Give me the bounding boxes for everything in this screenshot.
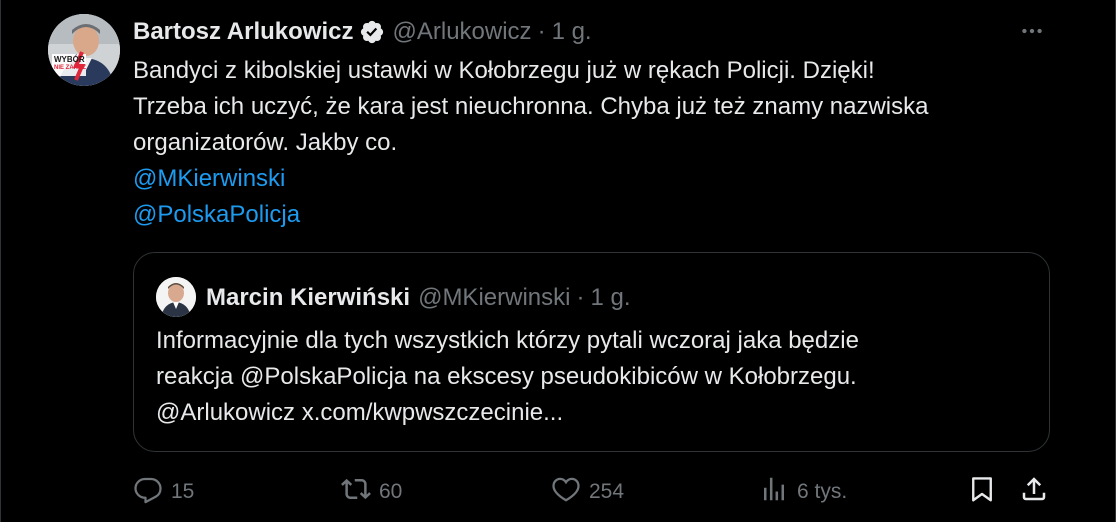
quoted-author-handle: @MKierwinski bbox=[418, 284, 571, 311]
repost-button[interactable]: 60 bbox=[341, 474, 402, 510]
reply-button[interactable]: 15 bbox=[133, 474, 194, 510]
repost-count: 60 bbox=[379, 480, 403, 503]
bookmark-icon bbox=[967, 474, 997, 510]
like-button[interactable]: 254 bbox=[551, 474, 624, 510]
tweet-card[interactable]: WYBÓR NIE ZAKAZ Bartosz Arlukowicz @Arlu… bbox=[0, 0, 1116, 522]
views-icon bbox=[759, 474, 789, 510]
share-button[interactable] bbox=[1019, 474, 1049, 510]
reply-count: 15 bbox=[171, 480, 195, 503]
reply-icon bbox=[133, 474, 163, 510]
quoted-line: Informacyjnie dla tych wszystkich którzy… bbox=[156, 327, 859, 354]
bookmark-button[interactable] bbox=[967, 474, 997, 510]
author-avatar-image bbox=[48, 14, 120, 86]
tweet-time[interactable]: 1 g. bbox=[552, 18, 592, 46]
tweet-header: Bartosz Arlukowicz @Arlukowicz · 1 g. bbox=[133, 17, 592, 47]
quoted-text: Informacyjnie dla tych wszystkich którzy… bbox=[156, 323, 1036, 431]
views-count: 6 tys. bbox=[797, 480, 848, 503]
mention-link[interactable]: @MKierwinski bbox=[133, 161, 1053, 197]
quoted-time: 1 g. bbox=[590, 284, 631, 311]
tweet-line: Bandyci z kibolskiej ustawki w Kołobrzeg… bbox=[133, 57, 875, 84]
tweet-text: Bandyci z kibolskiej ustawki w Kołobrzeg… bbox=[133, 53, 1053, 233]
tweet-line: organizatorów. Jakby co. bbox=[133, 129, 398, 156]
avatar-caption-line1: WYBÓR bbox=[54, 55, 85, 64]
like-icon bbox=[551, 474, 581, 510]
avatar-caption-line2: NIE ZAKAZ bbox=[54, 65, 86, 71]
mention-link[interactable]: @PolskaPolicja bbox=[133, 197, 1053, 233]
quoted-author-name: Marcin Kierwiński bbox=[206, 284, 411, 311]
author-handle[interactable]: @Arlukowicz bbox=[393, 18, 532, 46]
repost-icon bbox=[341, 474, 371, 510]
quoted-tweet[interactable]: Marcin Kierwiński @MKierwinski · 1 g. In… bbox=[133, 252, 1050, 452]
quoted-header: Marcin Kierwiński @MKierwinski · 1 g. bbox=[206, 283, 631, 313]
tweet-line: Trzeba ich uczyć, że kara jest nieuchron… bbox=[133, 93, 929, 120]
author-name[interactable]: Bartosz Arlukowicz bbox=[133, 18, 354, 46]
quoted-line: @Arlukowicz x.com/kwpwszczecinie... bbox=[156, 399, 564, 426]
quoted-line: reakcja @PolskaPolicja na ekscesy pseudo… bbox=[156, 363, 857, 390]
action-bar: 15 60 254 6 tys. bbox=[133, 474, 1053, 510]
views-button[interactable]: 6 tys. bbox=[759, 474, 847, 510]
header-separator: · bbox=[537, 18, 546, 45]
like-count: 254 bbox=[589, 480, 625, 503]
author-avatar[interactable]: WYBÓR NIE ZAKAZ bbox=[48, 14, 120, 86]
quoted-author-avatar bbox=[156, 277, 196, 317]
verified-badge-icon bbox=[359, 19, 385, 45]
share-icon bbox=[1019, 474, 1049, 510]
quoted-separator: · bbox=[576, 284, 585, 311]
more-icon[interactable] bbox=[1015, 16, 1049, 46]
